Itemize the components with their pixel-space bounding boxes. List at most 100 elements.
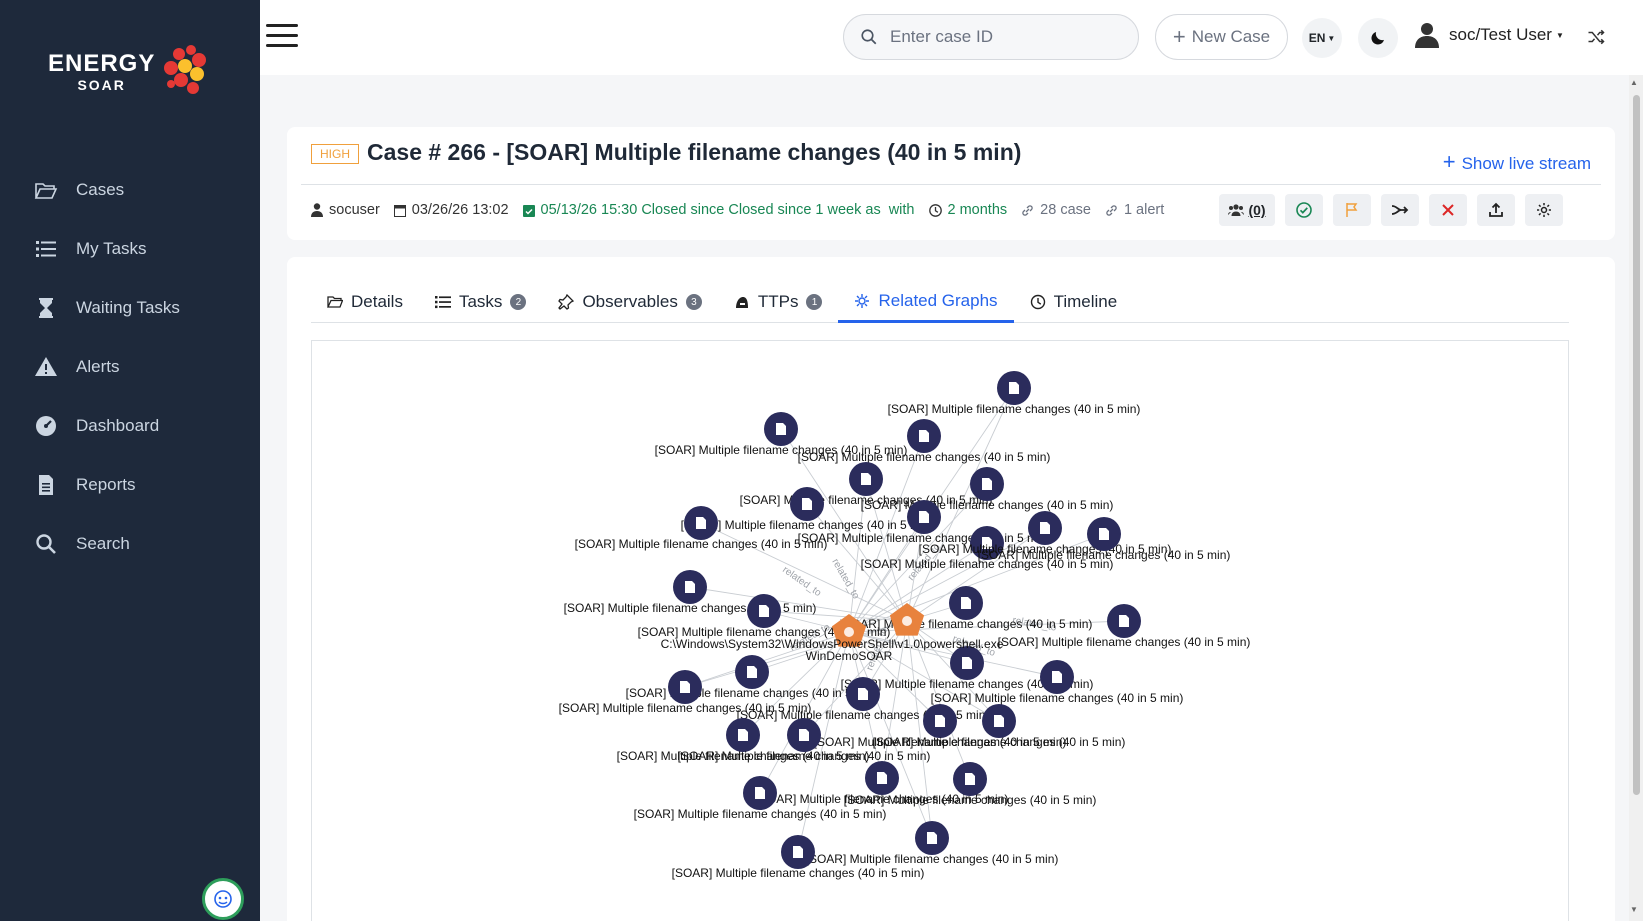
document-icon (994, 715, 1004, 727)
calendar-icon (393, 204, 406, 217)
linked-alerts[interactable]: 1 alert (1105, 202, 1164, 218)
related-graph-canvas[interactable]: related_to related_to related_to related_to… (311, 340, 1569, 921)
case-node-label: [SOAR] Multiple filename changes (40 in … (806, 852, 1059, 866)
gauge-icon (36, 415, 56, 436)
sidebar-nav: Cases My Tasks Waiting Tasks Alerts Dash… (0, 160, 260, 573)
scrollbar-thumb[interactable] (1633, 95, 1640, 795)
plus-icon: + (1172, 24, 1186, 49)
shuffle-icon[interactable] (1587, 28, 1605, 51)
sidebar-item-reports[interactable]: Reports (0, 455, 260, 514)
related-graph[interactable]: related_to related_to related_torelated_to… (312, 341, 1569, 921)
case-meta: socuser 03/26/26 13:02 05/13/26 15:30 Cl… (311, 193, 1178, 227)
tab-timeline[interactable]: Timeline (1014, 281, 1134, 323)
case-node[interactable]: [SOAR] Multiple filename changes (40 in … (806, 821, 1059, 866)
search-icon (36, 533, 56, 554)
case-id-input[interactable] (890, 27, 1110, 47)
tab-tasks[interactable]: Tasks 2 (419, 281, 542, 323)
link-icon (1022, 204, 1033, 216)
case-node-label: [SOAR] Multiple filename changes (40 in … (678, 749, 931, 763)
case-node-label: [SOAR] Multiple filename changes (40 in … (634, 807, 887, 821)
language-dropdown[interactable]: EN ▼ (1302, 18, 1342, 58)
document-icon (759, 605, 769, 617)
sidebar-item-waiting-tasks[interactable]: Waiting Tasks (0, 278, 260, 337)
list-icon (434, 296, 451, 309)
case-node[interactable]: [SOAR] Multiple filename changes (40 in … (840, 586, 1093, 631)
flag-icon (1346, 203, 1358, 217)
sidebar-item-search[interactable]: Search (0, 514, 260, 573)
new-case-label: New Case (1191, 27, 1271, 46)
show-live-stream-button[interactable]: + Show live stream (1443, 149, 1591, 175)
sidebar-item-cases[interactable]: Cases (0, 160, 260, 219)
sidebar: ENERGY SOAR Cases My Tasks Waiting Tasks (0, 0, 260, 921)
case-actions: (0) (1219, 194, 1573, 226)
new-case-button[interactable]: + New Case (1155, 14, 1288, 60)
hourglass-icon (39, 297, 53, 318)
case-duration: 2 months (928, 202, 1008, 218)
sidebar-item-label: Cases (76, 179, 125, 199)
theme-toggle-button[interactable] (1358, 18, 1398, 58)
case-tabs: Details Tasks 2 Observables 3 TTPs 1 Rel… (311, 281, 1569, 323)
tab-details[interactable]: Details (311, 281, 419, 323)
document-icon (802, 498, 812, 510)
linked-cases[interactable]: 28 case (1021, 202, 1091, 218)
case-node-label: [SOAR] Multiple filename changes (40 in … (844, 793, 1097, 807)
username: soc/Test User (1449, 25, 1552, 44)
sidebar-item-alerts[interactable]: Alerts (0, 337, 260, 396)
case-owner: socuser (311, 202, 380, 218)
sharing-button[interactable]: (0) (1219, 194, 1275, 226)
document-icon (965, 773, 975, 785)
case-closed: 05/13/26 15:30 Closed since Closed since… (522, 202, 915, 218)
logo-text-line2: SOAR (77, 77, 126, 93)
users-icon (1228, 204, 1245, 216)
user-icon (311, 203, 323, 217)
energy-soar-logo[interactable]: ENERGY SOAR (48, 44, 211, 100)
case-node-label: [SOAR] Multiple filename changes (40 in … (873, 735, 1126, 749)
case-node-label: [SOAR] Multiple filename changes (40 in … (978, 548, 1231, 562)
resolve-button[interactable] (1285, 194, 1323, 226)
case-search (843, 14, 1139, 60)
document-icon (858, 688, 868, 700)
tab-observables[interactable]: Observables 3 (542, 281, 717, 323)
document-icon (982, 478, 992, 490)
tab-count-badge: 3 (685, 294, 702, 310)
document-icon (685, 581, 695, 593)
document-icon (1009, 382, 1019, 394)
case-node[interactable]: [SOAR] Multiple filename changes (40 in … (888, 371, 1141, 416)
document-icon (919, 430, 929, 442)
delete-button[interactable] (1429, 194, 1467, 226)
hexagon-logo-icon (164, 45, 207, 94)
scroll-up-arrow-icon[interactable]: ▲ (1630, 78, 1638, 87)
menu-toggle-icon[interactable] (266, 24, 298, 50)
case-node-label: [SOAR] Multiple filename changes (40 in … (672, 866, 925, 880)
duration: 2 months (947, 202, 1008, 218)
case-content-card: Details Tasks 2 Observables 3 TTPs 1 Rel… (287, 257, 1615, 921)
case-node[interactable]: [SOAR] Multiple filename changes (40 in … (798, 419, 1051, 464)
settings-button[interactable] (1525, 194, 1563, 226)
flag-button[interactable] (1333, 194, 1371, 226)
sidebar-item-dashboard[interactable]: Dashboard (0, 396, 260, 455)
tab-related-graphs[interactable]: Related Graphs (838, 281, 1014, 323)
case-node-label: [SOAR] Multiple filename changes (40 in … (840, 617, 1093, 631)
caret-down-icon: ▼ (1555, 30, 1564, 40)
observable-node-label: WinDemoSOAR (806, 649, 893, 663)
tab-label: Tasks (458, 292, 503, 311)
case-title: Case # 266 - [SOAR] Multiple filename ch… (367, 139, 1022, 165)
document-icon (680, 681, 690, 693)
linked-alerts-count: 1 alert (1123, 202, 1165, 218)
case-node[interactable]: [SOAR] Multiple filename changes (40 in … (861, 467, 1114, 512)
case-header-card: HIGH Case # 266 - [SOAR] Multiple filena… (287, 127, 1615, 240)
history-clock-icon (1030, 294, 1045, 310)
export-button[interactable] (1477, 194, 1515, 226)
merge-button[interactable] (1381, 194, 1419, 226)
case-node-label: [SOAR] Multiple filename changes (40 in … (798, 450, 1051, 464)
case-node-label: [SOAR] Multiple filename changes (40 in … (575, 537, 828, 551)
sidebar-item-my-tasks[interactable]: My Tasks (0, 219, 260, 278)
document-icon (793, 846, 803, 858)
case-node-label: [SOAR] Multiple filename changes (40 in … (681, 518, 934, 532)
user-menu[interactable]: soc/Test User ▼ (1415, 22, 1564, 48)
assistant-button[interactable] (202, 878, 244, 920)
tab-ttps[interactable]: TTPs 1 (718, 281, 839, 323)
scroll-down-arrow-icon[interactable]: ▼ (1630, 905, 1638, 914)
document-icon (738, 729, 748, 741)
list-icon (36, 240, 56, 257)
